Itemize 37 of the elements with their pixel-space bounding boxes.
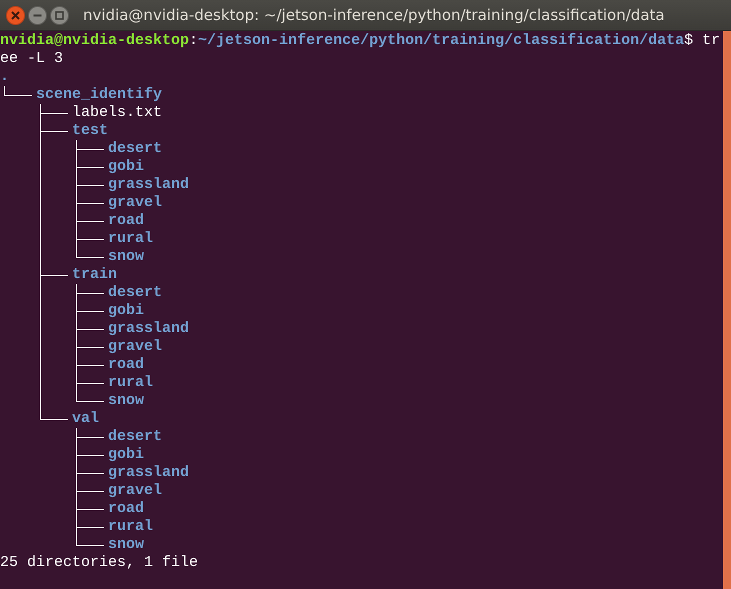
command-text: ee -L 3 xyxy=(0,50,64,67)
file-name: labels.txt xyxy=(72,104,162,122)
prompt-path: ~/jetson-inference/python/training/classification/data xyxy=(198,32,684,49)
window-title: nvidia@nvidia-desktop: ~/jetson-inference/python/training/classification/data xyxy=(83,6,665,24)
folder-name: snow xyxy=(108,392,144,410)
folder-name: gravel xyxy=(108,194,162,212)
folder-name: grassland xyxy=(108,464,190,482)
maximize-icon[interactable] xyxy=(50,6,69,24)
folder-name: gobi xyxy=(108,446,144,464)
summary-text: 25 directories, 1 file xyxy=(0,554,198,571)
folder-name: val xyxy=(72,410,100,428)
folder-name: rural xyxy=(108,374,154,392)
folder-name: road xyxy=(108,356,144,374)
folder-name: scene_identify xyxy=(36,86,162,104)
folder-name: train xyxy=(72,266,118,284)
prompt-separator: : xyxy=(189,32,198,49)
folder-name: gobi xyxy=(108,158,144,176)
folder-name: desert xyxy=(108,284,162,302)
folder-name: gravel xyxy=(108,482,162,500)
folder-name: grassland xyxy=(108,320,190,338)
close-icon[interactable] xyxy=(6,6,25,24)
command-text: $ tr xyxy=(684,32,720,49)
minimize-icon[interactable] xyxy=(28,6,47,24)
folder-name: snow xyxy=(108,248,144,266)
prompt-user-host: nvidia@nvidia-desktop xyxy=(0,32,190,49)
folder-name: road xyxy=(108,212,144,230)
folder-name: grassland xyxy=(108,176,190,194)
folder-name: road xyxy=(108,500,144,518)
folder-name: gravel xyxy=(108,338,162,356)
folder-name: test xyxy=(72,122,108,140)
folder-name: desert xyxy=(108,428,162,446)
folder-name: rural xyxy=(108,518,154,536)
folder-name: snow xyxy=(108,536,144,554)
folder-name: desert xyxy=(108,140,162,158)
folder-name: rural xyxy=(108,230,154,248)
folder-name: gobi xyxy=(108,302,144,320)
folder-name: . xyxy=(0,68,10,86)
